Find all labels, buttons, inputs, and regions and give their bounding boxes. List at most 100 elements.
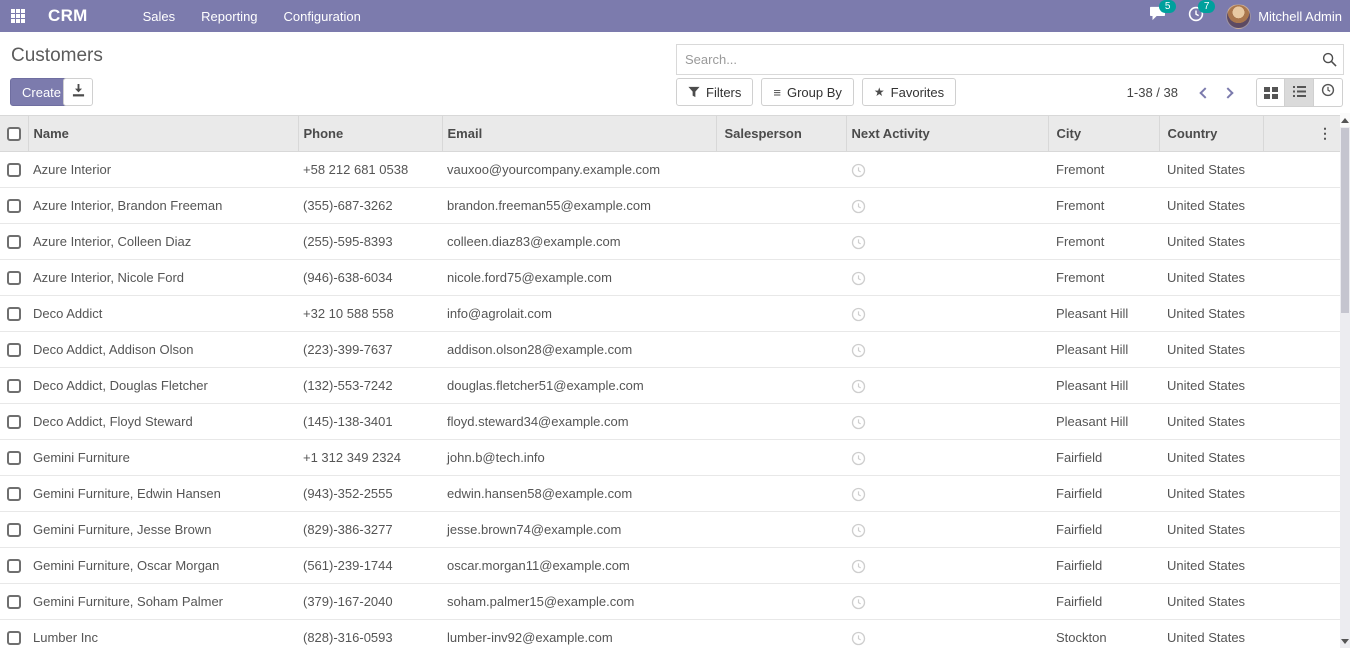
cell-country[interactable]: United States — [1159, 260, 1263, 296]
row-checkbox-cell[interactable] — [0, 512, 28, 548]
cell-salesperson[interactable] — [716, 332, 846, 368]
header-name[interactable]: Name — [28, 116, 298, 152]
row-checkbox-cell[interactable] — [0, 404, 28, 440]
row-checkbox-cell[interactable] — [0, 548, 28, 584]
cell-next-activity[interactable] — [846, 440, 1048, 476]
cell-salesperson[interactable] — [716, 584, 846, 620]
cell-salesperson[interactable] — [716, 368, 846, 404]
next-activity-clock-icon[interactable] — [851, 379, 866, 394]
cell-name[interactable]: Deco Addict, Douglas Fletcher — [28, 368, 298, 404]
row-checkbox-cell[interactable] — [0, 224, 28, 260]
activities-button[interactable]: 7 — [1188, 6, 1204, 27]
table-row[interactable]: Gemini Furniture, Oscar Morgan(561)-239-… — [0, 548, 1340, 584]
next-activity-clock-icon[interactable] — [851, 415, 866, 430]
cell-name[interactable]: Azure Interior — [28, 152, 298, 188]
cell-name[interactable]: Deco Addict, Floyd Steward — [28, 404, 298, 440]
row-checkbox[interactable] — [7, 379, 21, 393]
next-activity-clock-icon[interactable] — [851, 307, 866, 322]
cell-phone[interactable]: +58 212 681 0538 — [298, 152, 442, 188]
cell-email[interactable]: edwin.hansen58@example.com — [442, 476, 716, 512]
cell-name[interactable]: Gemini Furniture, Jesse Brown — [28, 512, 298, 548]
table-row[interactable]: Azure Interior, Colleen Diaz(255)-595-83… — [0, 224, 1340, 260]
menu-configuration[interactable]: Configuration — [271, 0, 374, 32]
search-input[interactable] — [677, 52, 1315, 67]
row-checkbox[interactable] — [7, 559, 21, 573]
cell-salesperson[interactable] — [716, 512, 846, 548]
favorites-button[interactable]: ★ Favorites — [862, 78, 956, 106]
cell-email[interactable]: john.b@tech.info — [442, 440, 716, 476]
kanban-view-button[interactable] — [1256, 78, 1285, 107]
cell-country[interactable]: United States — [1159, 332, 1263, 368]
next-activity-clock-icon[interactable] — [851, 235, 866, 250]
table-row[interactable]: Deco Addict, Floyd Steward(145)-138-3401… — [0, 404, 1340, 440]
cell-email[interactable]: brandon.freeman55@example.com — [442, 188, 716, 224]
cell-phone[interactable]: (943)-352-2555 — [298, 476, 442, 512]
cell-email[interactable]: vauxoo@yourcompany.example.com — [442, 152, 716, 188]
header-country[interactable]: Country — [1159, 116, 1263, 152]
cell-country[interactable]: United States — [1159, 620, 1263, 648]
cell-salesperson[interactable] — [716, 476, 846, 512]
cell-next-activity[interactable] — [846, 512, 1048, 548]
cell-next-activity[interactable] — [846, 188, 1048, 224]
header-email[interactable]: Email — [442, 116, 716, 152]
header-next-activity[interactable]: Next Activity — [846, 116, 1048, 152]
cell-email[interactable]: info@agrolait.com — [442, 296, 716, 332]
pager-previous-button[interactable] — [1192, 82, 1214, 104]
cell-city[interactable]: Fairfield — [1048, 548, 1159, 584]
cell-city[interactable]: Fremont — [1048, 188, 1159, 224]
cell-city[interactable]: Fairfield — [1048, 476, 1159, 512]
cell-phone[interactable]: (379)-167-2040 — [298, 584, 442, 620]
menu-sales[interactable]: Sales — [130, 0, 189, 32]
header-city[interactable]: City — [1048, 116, 1159, 152]
cell-city[interactable]: Pleasant Hill — [1048, 404, 1159, 440]
row-checkbox-cell[interactable] — [0, 188, 28, 224]
scroll-up-arrow-icon[interactable] — [1340, 113, 1350, 127]
cell-next-activity[interactable] — [846, 296, 1048, 332]
row-checkbox-cell[interactable] — [0, 296, 28, 332]
row-checkbox[interactable] — [7, 631, 21, 645]
cell-country[interactable]: United States — [1159, 404, 1263, 440]
cell-next-activity[interactable] — [846, 476, 1048, 512]
magnifier-icon[interactable] — [1315, 52, 1343, 67]
table-row[interactable]: Gemini Furniture+1 312 349 2324john.b@te… — [0, 440, 1340, 476]
row-checkbox[interactable] — [7, 523, 21, 537]
filters-button[interactable]: Filters — [676, 78, 753, 106]
cell-name[interactable]: Gemini Furniture, Soham Palmer — [28, 584, 298, 620]
cell-country[interactable]: United States — [1159, 476, 1263, 512]
row-checkbox[interactable] — [7, 163, 21, 177]
cell-salesperson[interactable] — [716, 620, 846, 648]
row-checkbox[interactable] — [7, 487, 21, 501]
cell-country[interactable]: United States — [1159, 368, 1263, 404]
table-row[interactable]: Azure Interior, Nicole Ford(946)-638-603… — [0, 260, 1340, 296]
row-checkbox[interactable] — [7, 235, 21, 249]
cell-name[interactable]: Azure Interior, Brandon Freeman — [28, 188, 298, 224]
cell-city[interactable]: Fairfield — [1048, 512, 1159, 548]
cell-city[interactable]: Fairfield — [1048, 584, 1159, 620]
cell-salesperson[interactable] — [716, 224, 846, 260]
select-all-checkbox-cell[interactable] — [0, 116, 28, 152]
cell-name[interactable]: Gemini Furniture, Oscar Morgan — [28, 548, 298, 584]
cell-email[interactable]: douglas.fletcher51@example.com — [442, 368, 716, 404]
cell-next-activity[interactable] — [846, 260, 1048, 296]
cell-city[interactable]: Fremont — [1048, 224, 1159, 260]
menu-reporting[interactable]: Reporting — [188, 0, 270, 32]
cell-next-activity[interactable] — [846, 404, 1048, 440]
table-row[interactable]: Gemini Furniture, Edwin Hansen(943)-352-… — [0, 476, 1340, 512]
table-row[interactable]: Deco Addict, Douglas Fletcher(132)-553-7… — [0, 368, 1340, 404]
row-checkbox[interactable] — [7, 271, 21, 285]
cell-country[interactable]: United States — [1159, 440, 1263, 476]
next-activity-clock-icon[interactable] — [851, 451, 866, 466]
row-checkbox[interactable] — [7, 415, 21, 429]
cell-phone[interactable]: (561)-239-1744 — [298, 548, 442, 584]
cell-city[interactable]: Pleasant Hill — [1048, 368, 1159, 404]
cell-salesperson[interactable] — [716, 296, 846, 332]
cell-country[interactable]: United States — [1159, 224, 1263, 260]
list-view-button[interactable] — [1285, 78, 1314, 107]
next-activity-clock-icon[interactable] — [851, 271, 866, 286]
user-menu[interactable]: Mitchell Admin — [1226, 4, 1342, 29]
row-checkbox-cell[interactable] — [0, 584, 28, 620]
next-activity-clock-icon[interactable] — [851, 631, 866, 646]
cell-city[interactable]: Stockton — [1048, 620, 1159, 648]
cell-name[interactable]: Deco Addict, Addison Olson — [28, 332, 298, 368]
cell-salesperson[interactable] — [716, 152, 846, 188]
